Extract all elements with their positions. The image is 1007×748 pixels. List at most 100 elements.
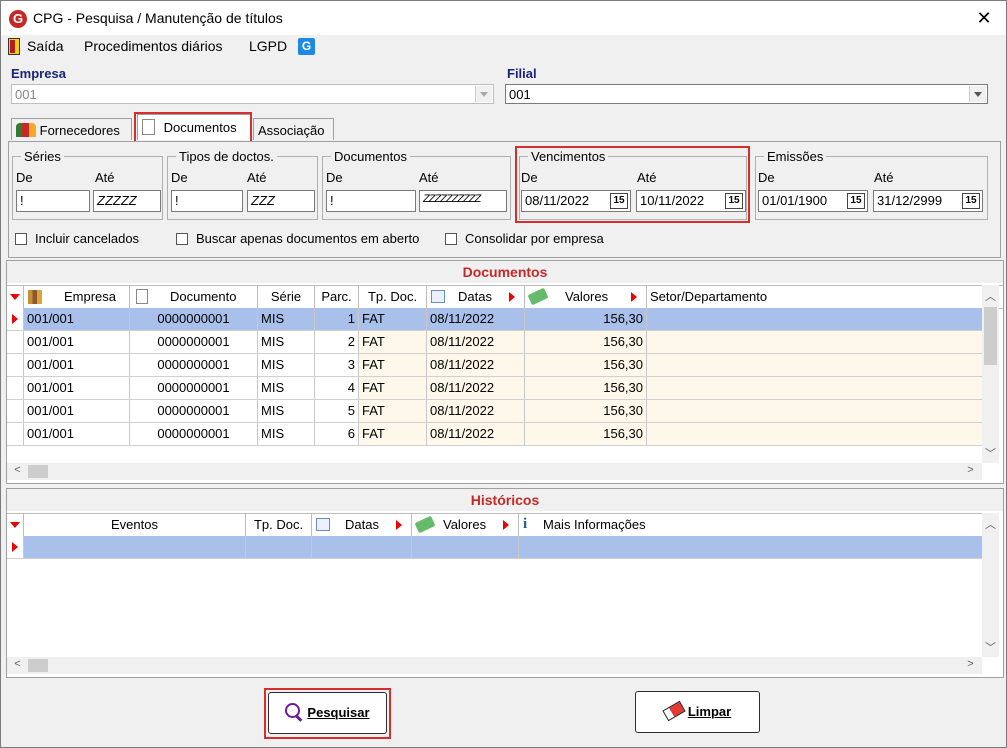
scroll-down-icon[interactable]: ﹀ [982,639,999,655]
cell-datas[interactable]: 08/11/2022 [427,400,525,422]
series-de-input[interactable]: ! [16,190,90,212]
cell-documento[interactable]: 0000000001 [130,400,258,422]
cell-tp-doc[interactable]: FAT [359,423,427,445]
documentos-ate-input[interactable]: ZZZZZZZZZZ [419,190,507,212]
cell-setor[interactable] [647,331,982,353]
cell-empresa[interactable]: 001/001 [24,331,130,353]
historicos-vertical-scrollbar[interactable]: ︿ ﹀ [982,513,999,657]
documentos-horizontal-scrollbar[interactable]: < > [7,463,982,480]
chevron-down-icon[interactable] [475,86,492,102]
scroll-left-icon[interactable]: < [9,658,26,670]
cell-documento[interactable]: 0000000001 [130,423,258,445]
cell-tp-doc[interactable]: FAT [359,377,427,399]
exit-door-icon[interactable] [8,38,20,55]
col-hist-valores[interactable]: Valores [412,514,519,536]
cell-datas[interactable]: 08/11/2022 [427,423,525,445]
calendar-icon[interactable]: 15 [962,193,980,209]
cell-empresa[interactable]: 001/001 [24,423,130,445]
table-row[interactable]: 001/001 0000000001 MIS 2 FAT 08/11/2022 156,30 [7,331,982,354]
table-row[interactable]: 001/001 0000000001 MIS 6 FAT 08/11/2022 156,30 [7,423,982,446]
col-hist-tp-doc[interactable]: Tp. Doc. [246,514,312,536]
table-row[interactable]: 001/001 0000000001 MIS 5 FAT 08/11/2022 156,30 [7,400,982,423]
historicos-horizontal-scrollbar[interactable]: < > [7,657,982,674]
emissoes-ate-input[interactable]: 31/12/2999 15 [873,190,983,212]
cell-parc[interactable]: 2 [315,331,359,353]
calendar-icon[interactable]: 15 [847,193,865,209]
cell-setor[interactable] [647,400,982,422]
sort-indicator[interactable] [7,286,24,308]
col-documento[interactable]: Documento [130,286,258,308]
cell-serie[interactable]: MIS [258,354,315,376]
sort-indicator[interactable] [7,514,24,536]
buscar-em-aberto-checkbox[interactable] [176,233,188,245]
close-icon[interactable]: ✕ [972,6,996,30]
documentos-vertical-scrollbar[interactable]: ︿ ﹀ [982,285,999,463]
scroll-left-icon[interactable]: < [9,464,26,476]
cell-datas[interactable]: 08/11/2022 [427,377,525,399]
cell-empresa[interactable]: 001/001 [24,354,130,376]
scroll-down-icon[interactable]: ﹀ [982,445,999,461]
scroll-thumb[interactable] [28,659,48,672]
series-ate-input[interactable]: ZZZZZ [93,190,161,212]
cell-documento[interactable]: 0000000001 [130,354,258,376]
cell-datas[interactable]: 08/11/2022 [427,331,525,353]
chevron-down-icon[interactable] [969,86,986,102]
filial-select[interactable]: 001 [505,84,988,104]
consolidar-empresa-checkbox[interactable] [445,233,457,245]
cell-tp-doc[interactable] [246,536,312,558]
cell-valores[interactable]: 156,30 [525,331,647,353]
scroll-right-icon[interactable]: > [962,658,979,670]
table-row[interactable] [7,536,982,559]
col-empresa[interactable]: Empresa [24,286,130,308]
cell-documento[interactable]: 0000000001 [130,331,258,353]
cell-serie[interactable]: MIS [258,377,315,399]
cell-serie[interactable]: MIS [258,308,315,330]
cell-setor[interactable] [647,308,982,330]
scroll-up-icon[interactable]: ︿ [982,288,999,304]
table-row[interactable]: 001/001 0000000001 MIS 3 FAT 08/11/2022 156,30 [7,354,982,377]
emissoes-de-input[interactable]: 01/01/1900 15 [758,190,868,212]
cell-parc[interactable]: 1 [315,308,359,330]
documentos-de-input[interactable]: ! [326,190,416,212]
tab-associacao[interactable]: Associação [253,118,334,140]
cell-eventos[interactable] [24,536,246,558]
col-valores[interactable]: Valores [525,286,647,308]
cell-valores[interactable]: 156,30 [525,308,647,330]
cell-valores[interactable]: 156,30 [525,354,647,376]
cell-valores[interactable]: 156,30 [525,423,647,445]
limpar-button[interactable]: Limpar [635,691,760,733]
g-app-icon[interactable]: G [298,38,315,55]
tab-fornecedores[interactable]: Fornecedores [11,118,132,140]
cell-documento[interactable]: 0000000001 [130,377,258,399]
cell-parc[interactable]: 5 [315,400,359,422]
menu-lgpd[interactable]: LGPD [249,38,287,54]
menu-procedimentos-diarios[interactable]: Procedimentos diários [84,38,223,54]
col-eventos[interactable]: Eventos [24,514,246,536]
tipos-de-input[interactable]: ! [171,190,243,212]
col-datas[interactable]: Datas [427,286,525,308]
cell-parc[interactable]: 6 [315,423,359,445]
table-row[interactable]: 001/001 0000000001 MIS 1 FAT 08/11/2022 156,30 [7,308,982,331]
col-mais-informacoes[interactable]: i Mais Informações [519,514,982,536]
scroll-right-icon[interactable]: > [962,464,979,476]
cell-tp-doc[interactable]: FAT [359,331,427,353]
cell-datas[interactable] [312,536,412,558]
incluir-cancelados-checkbox[interactable] [15,233,27,245]
cell-documento[interactable]: 0000000001 [130,308,258,330]
cell-tp-doc[interactable]: FAT [359,400,427,422]
empresa-select[interactable]: 001 [11,84,494,104]
cell-parc[interactable]: 3 [315,354,359,376]
menu-saida[interactable]: Saída [27,38,64,54]
cell-valores[interactable]: 156,30 [525,400,647,422]
col-setor[interactable]: Setor/Departamento [647,286,981,308]
tipos-ate-input[interactable]: ZZZ [247,190,315,212]
scroll-thumb[interactable] [984,307,997,365]
col-parc[interactable]: Parc. [315,286,359,308]
cell-setor[interactable] [647,354,982,376]
scroll-thumb[interactable] [28,465,48,478]
cell-parc[interactable]: 4 [315,377,359,399]
cell-serie[interactable]: MIS [258,331,315,353]
cell-datas[interactable]: 08/11/2022 [427,354,525,376]
cell-mais-informacoes[interactable] [519,536,982,558]
table-row[interactable]: 001/001 0000000001 MIS 4 FAT 08/11/2022 156,30 [7,377,982,400]
